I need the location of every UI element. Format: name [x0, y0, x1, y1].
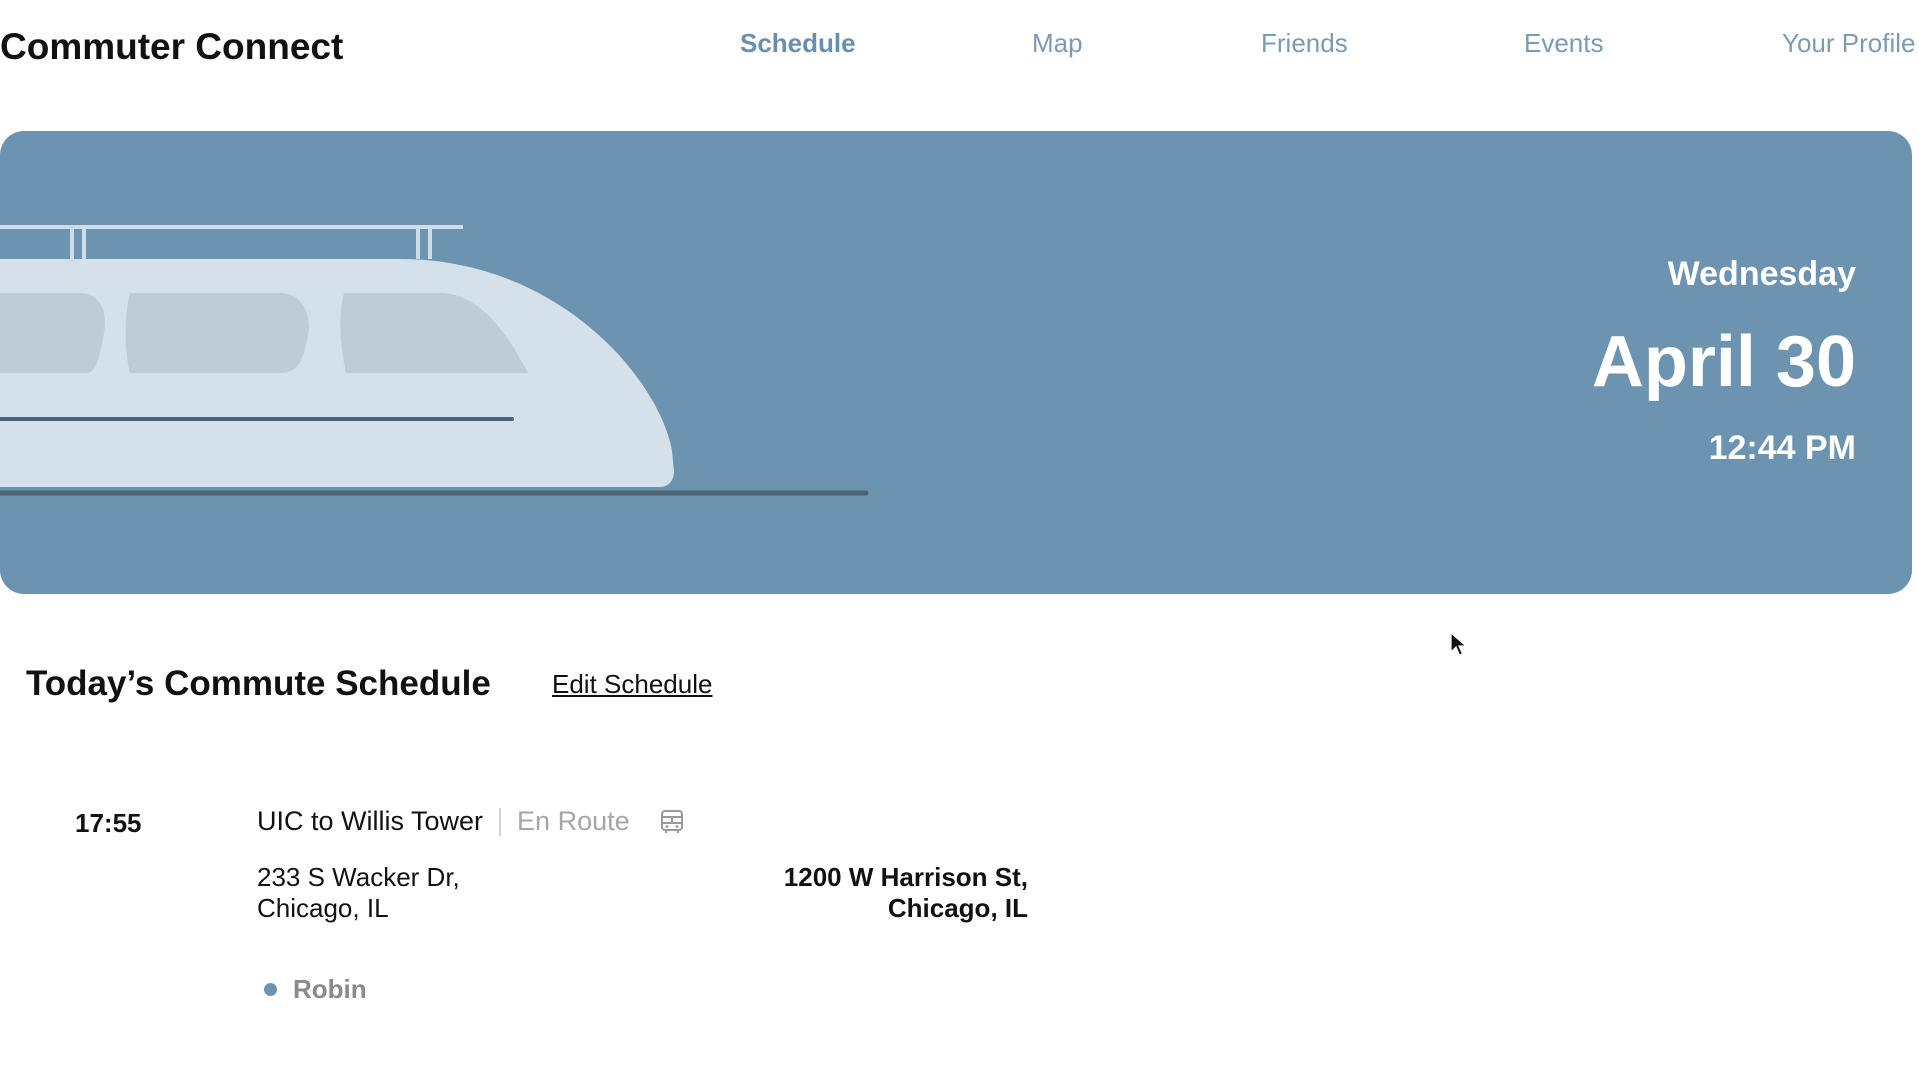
train-window-1 [0, 293, 105, 373]
hero-day: Wednesday [1667, 255, 1856, 293]
train-window-2 [125, 293, 309, 373]
bus-icon [660, 809, 683, 833]
entry-time: 17:55 [75, 808, 142, 838]
destination-address-line1: 1200 W Harrison St, [783, 862, 1028, 892]
schedule-title: Today’s Commute Schedule [26, 664, 491, 703]
hero-date: April 30 [1591, 322, 1856, 402]
train-pantograph [0, 225, 463, 259]
entry-route-row: UIC to Willis Tower En Route [257, 806, 686, 837]
nav-item-schedule[interactable]: Schedule [740, 28, 856, 59]
destination-address-line2: Chicago, IL [887, 893, 1028, 923]
origin-address: 233 S Wacker Dr, Chicago, IL [257, 862, 460, 924]
train-icon [0, 225, 869, 496]
nav-item-events[interactable]: Events [1524, 28, 1604, 59]
mouse-cursor-icon [1450, 632, 1468, 656]
friend-tag[interactable]: Robin [264, 974, 367, 1005]
nav-item-your-profile[interactable]: Your Profile [1782, 28, 1915, 59]
entry-route: UIC to Willis Tower [257, 806, 484, 836]
nav-item-map[interactable]: Map [1032, 28, 1083, 59]
origin-address-line2: Chicago, IL [257, 893, 389, 923]
friend-status-dot [264, 983, 277, 996]
hero-banner: Wednesday April 30 12:44 PM [0, 131, 1912, 594]
route-divider [499, 807, 502, 836]
hero-time: 12:44 PM [1708, 429, 1856, 467]
page: Commuter Connect Schedule Map Friends Ev… [0, 0, 1919, 1079]
origin-address-line1: 233 S Wacker Dr, [257, 862, 460, 892]
entry-status: En Route [517, 806, 630, 836]
nav-item-friends[interactable]: Friends [1261, 28, 1348, 59]
edit-schedule-link[interactable]: Edit Schedule [552, 669, 712, 700]
destination-address: 1200 W Harrison St, Chicago, IL [700, 862, 1028, 924]
top-nav: Schedule Map Friends Events Your Profile [0, 28, 1919, 68]
friend-name: Robin [293, 974, 367, 1004]
train-body [0, 259, 674, 487]
